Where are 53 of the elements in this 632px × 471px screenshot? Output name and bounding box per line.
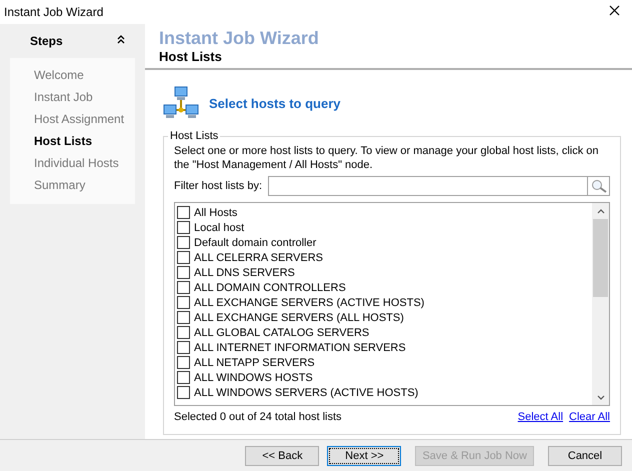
filter-label: Filter host lists by: xyxy=(174,180,262,192)
wizard-button[interactable]: Cancel xyxy=(548,446,622,466)
link[interactable]: Select All xyxy=(518,411,564,423)
checkbox[interactable] xyxy=(177,326,190,339)
host-list-label: ALL EXCHANGE SERVERS (ACTIVE HOSTS) xyxy=(194,296,424,308)
checkbox[interactable] xyxy=(177,296,190,309)
host-list-label: ALL GLOBAL CATALOG SERVERS xyxy=(194,326,370,338)
steps-title: Steps xyxy=(30,34,63,48)
link[interactable]: Clear All xyxy=(569,411,610,423)
scroll-down-icon[interactable] xyxy=(596,394,604,400)
checkbox[interactable] xyxy=(177,206,190,219)
host-list-label: All Hosts xyxy=(194,206,238,218)
host-list-label: Default domain controller xyxy=(194,236,316,248)
checkbox[interactable] xyxy=(177,356,190,369)
step-item: Summary xyxy=(34,177,86,194)
scrollbar[interactable] xyxy=(592,203,609,405)
selection-count-text: Selected 0 out of 24 total host lists xyxy=(174,411,342,423)
host-list-label: ALL CELERRA SERVERS xyxy=(194,252,324,264)
step-item: Individual Hosts xyxy=(34,155,120,172)
page-subtitle: Host Lists xyxy=(159,49,223,64)
host-list-label: Local host xyxy=(194,222,244,234)
description-text: Select one or more host lists to query. To view or manage your global host lists, click on the "Host Management / All Hosts" node. xyxy=(174,144,600,172)
checkbox[interactable] xyxy=(177,281,190,294)
checkbox[interactable] xyxy=(177,266,190,279)
close-icon[interactable] xyxy=(609,5,620,16)
checkbox[interactable] xyxy=(177,251,190,264)
host-list-label: ALL DOMAIN CONTROLLERS xyxy=(194,282,346,294)
step-item: Host Lists xyxy=(34,133,94,150)
checkbox[interactable] xyxy=(177,311,190,324)
checkbox[interactable] xyxy=(177,386,190,399)
host-list-label: ALL DNS SERVERS xyxy=(194,266,295,278)
host-list-label: ALL WINDOWS SERVERS (ACTIVE HOSTS) xyxy=(194,386,418,398)
step-item: Welcome xyxy=(34,67,85,84)
scroll-up-icon[interactable] xyxy=(596,208,604,214)
host-list-label: ALL EXCHANGE SERVERS (ALL HOSTS) xyxy=(194,312,404,324)
checkbox[interactable] xyxy=(177,341,190,354)
wizard-button[interactable]: << Back xyxy=(245,446,320,466)
section-heading: Select hosts to query xyxy=(209,96,340,110)
host-list-label: ALL WINDOWS HOSTS xyxy=(194,372,313,384)
host-list-label: ALL INTERNET INFORMATION SERVERS xyxy=(194,342,406,354)
wizard-title: Instant Job Wizard xyxy=(159,28,320,49)
checkbox[interactable] xyxy=(177,371,190,384)
host-list-label: ALL NETAPP SERVERS xyxy=(194,356,315,368)
window-title: Instant Job Wizard xyxy=(4,5,104,19)
group-title: Host Lists xyxy=(169,130,220,142)
step-item: Instant Job xyxy=(34,89,94,106)
wizard-button[interactable]: Next >> xyxy=(327,446,402,466)
checkbox[interactable] xyxy=(177,221,190,234)
filter-field[interactable] xyxy=(268,176,588,196)
search-button[interactable] xyxy=(588,176,610,196)
step-item: Host Assignment xyxy=(34,111,126,128)
network-hosts-icon xyxy=(163,86,199,120)
checkbox[interactable] xyxy=(177,236,190,249)
